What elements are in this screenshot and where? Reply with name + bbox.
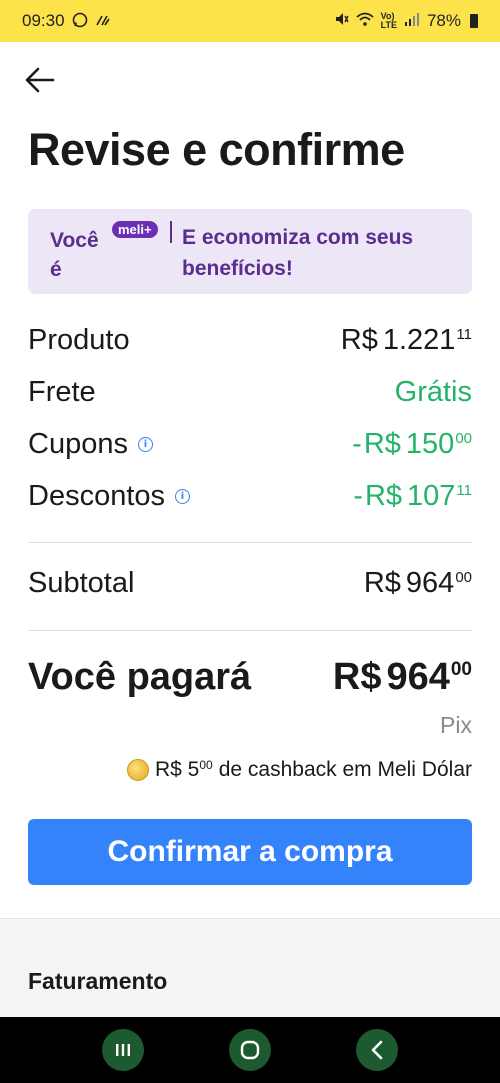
price-cents: 11	[456, 482, 472, 499]
meli-banner-text: E economiza com seus benefícios!	[182, 226, 414, 280]
volte-icon: Vo) LTE	[380, 11, 397, 30]
subtotal-price: R$ 964 00	[364, 567, 472, 600]
price-cents: 00	[455, 569, 472, 586]
back-nav-icon	[371, 1040, 382, 1060]
banner-divider	[170, 221, 172, 243]
cashback-value: 5	[187, 758, 200, 781]
info-icon[interactable]: i	[137, 437, 153, 452]
payment-method: Pix	[440, 712, 472, 738]
price-cents: 00	[455, 430, 472, 447]
currency-symbol: R$	[340, 324, 378, 356]
meli-plus-badge: meli+	[112, 221, 158, 238]
whatsapp-icon	[72, 12, 88, 31]
currency-symbol: R$	[154, 758, 182, 781]
signal-icon	[404, 11, 420, 31]
mute-icon	[333, 11, 349, 32]
summary-row-subtotal: Subtotal R$ 964 00	[28, 567, 472, 600]
cashback-info: R$ 500 de cashback em Meli Dólar	[126, 758, 472, 782]
meli-plus-banner: Você é meli+ E economiza com seus benefí…	[28, 209, 472, 294]
currency-symbol: R$	[332, 656, 382, 698]
row-label: Cupons	[28, 428, 128, 460]
summary-row-cupons: Cupons i - R$ 150 00	[28, 428, 472, 461]
coupons-price: - R$ 150 00	[352, 428, 472, 461]
price-amount: 150	[405, 428, 455, 460]
page-title: Revise e confirme	[28, 124, 405, 175]
currency-symbol: R$	[363, 428, 401, 460]
status-bar: 09:30 Vo) LTE 78%	[0, 0, 500, 42]
billing-title: Faturamento	[28, 968, 168, 994]
confirm-purchase-button[interactable]: Confirmar a compra	[28, 819, 472, 885]
row-label: Frete	[28, 376, 96, 408]
back-nav-button[interactable]	[355, 1029, 398, 1071]
divider	[28, 630, 472, 631]
info-icon[interactable]: i	[175, 489, 191, 504]
total-label: Você pagará	[28, 656, 252, 698]
row-label-wrap: Descontos i	[28, 480, 191, 513]
meli-banner-voce: Você é	[50, 229, 99, 281]
status-time: 09:30	[22, 11, 65, 30]
home-button[interactable]	[228, 1029, 271, 1071]
cashback-cents: 00	[199, 758, 213, 772]
price-cents: 11	[456, 326, 472, 343]
wifi-icon	[356, 11, 374, 31]
back-button[interactable]	[24, 64, 56, 96]
price-amount: 107	[407, 480, 456, 512]
currency-symbol: R$	[364, 480, 403, 512]
summary-row-descontos: Descontos i - R$ 107 11	[28, 480, 472, 513]
summary-row-produto: Produto R$ 1.221 11	[28, 324, 472, 357]
back-arrow-icon	[25, 67, 55, 93]
minus-sign: -	[352, 428, 362, 460]
price-amount: 964	[405, 567, 455, 599]
status-left: 09:30	[22, 11, 111, 31]
recents-button[interactable]	[102, 1029, 145, 1071]
total-price: R$ 964 00	[333, 656, 472, 699]
summary-row-frete: Frete Grátis	[28, 376, 472, 409]
row-label: Descontos	[28, 480, 166, 512]
total-row: Você pagará R$ 964 00	[28, 656, 472, 699]
home-icon	[240, 1040, 260, 1060]
row-label-wrap: Cupons i	[28, 428, 153, 461]
cashback-text: de cashback em Meli Dólar	[218, 758, 472, 781]
row-label: Subtotal	[28, 567, 135, 599]
divider	[28, 542, 472, 543]
currency-symbol: R$	[363, 567, 401, 599]
minus-sign: -	[353, 480, 363, 512]
data-activity-icon	[95, 13, 111, 30]
shipping-value: Grátis	[394, 376, 472, 408]
row-label: Produto	[28, 324, 130, 356]
product-price: R$ 1.221 11	[341, 324, 472, 357]
battery-icon	[470, 14, 478, 28]
coin-icon	[126, 759, 149, 781]
discounts-price: - R$ 107 11	[353, 480, 472, 513]
price-amount: 1.221	[382, 324, 456, 356]
price-amount: 964	[386, 656, 450, 698]
system-nav-bar	[0, 1017, 500, 1083]
status-right: Vo) LTE 78%	[333, 11, 478, 32]
cashback-amount: R$ 500	[155, 758, 213, 782]
price-cents: 00	[450, 659, 472, 680]
recents-icon	[116, 1044, 131, 1056]
battery-text: 78%	[426, 11, 461, 30]
